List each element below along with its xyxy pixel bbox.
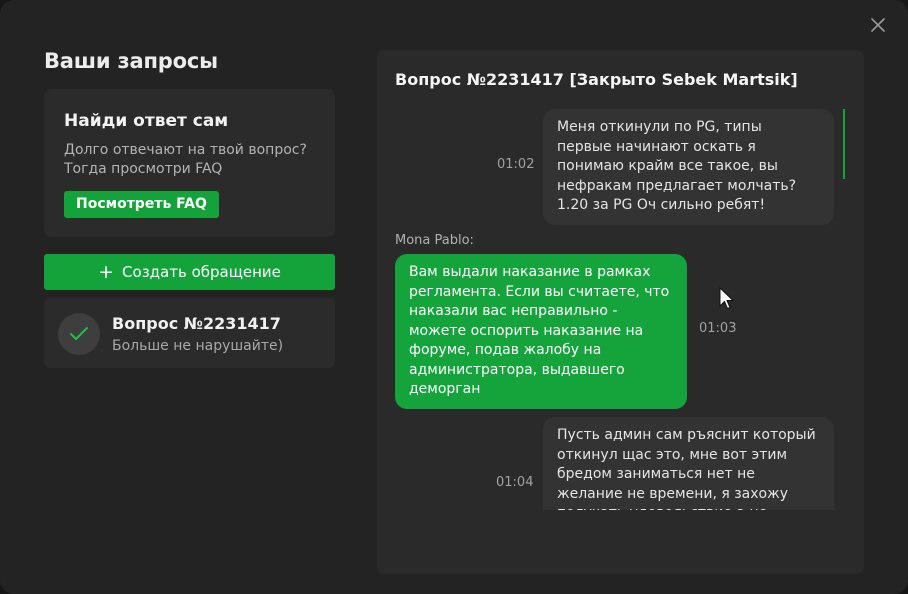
- plus-icon: +: [98, 260, 115, 283]
- chat-title: Вопрос №2231417 [Закрыто Sebek Martsik]: [395, 70, 798, 89]
- outgoing-message: Пусть админ сам ръяснит который откинул …: [543, 417, 834, 510]
- create-request-label: Создать обращение: [122, 263, 281, 281]
- message-time: 01:02: [497, 157, 535, 172]
- faq-title: Найди ответ сам: [64, 111, 229, 131]
- scrollbar-thumb[interactable]: [843, 109, 845, 179]
- ticket-last-message: Больше не нарушайте): [112, 338, 284, 354]
- message-sender: Mona Pablo:: [395, 233, 474, 248]
- chat-panel: Вопрос №2231417 [Закрыто Sebek Martsik] …: [377, 50, 864, 574]
- close-icon[interactable]: [871, 18, 885, 32]
- faq-card: Найди ответ сам Долго отвечают на твой в…: [44, 89, 335, 237]
- ticket-list-item[interactable]: Вопрос №2231417 Больше не нарушайте): [44, 298, 335, 368]
- outgoing-message: Меня откинули по PG, типы первые начинаю…: [543, 109, 834, 225]
- message-time: 01:03: [699, 321, 737, 336]
- mouse-cursor-icon: [719, 287, 735, 310]
- check-icon: [70, 327, 88, 340]
- message-list[interactable]: 01:02 Меня откинули по PG, типы первые н…: [377, 108, 864, 510]
- faq-description: Долго отвечают на твой вопрос? Тогда про…: [64, 142, 307, 177]
- message-time: 01:04: [496, 475, 534, 490]
- support-modal: Ваши запросы Найди ответ сам Долго отвеч…: [0, 0, 908, 594]
- ticket-title: Вопрос №2231417: [112, 314, 281, 333]
- view-faq-button[interactable]: Посмотреть FAQ: [64, 191, 219, 218]
- incoming-message: Вам выдали наказание в рамках регламента…: [395, 254, 687, 409]
- create-request-button[interactable]: + Создать обращение: [44, 254, 335, 290]
- close-button[interactable]: [868, 15, 888, 35]
- page-title: Ваши запросы: [44, 49, 218, 73]
- ticket-status-badge: [58, 313, 100, 355]
